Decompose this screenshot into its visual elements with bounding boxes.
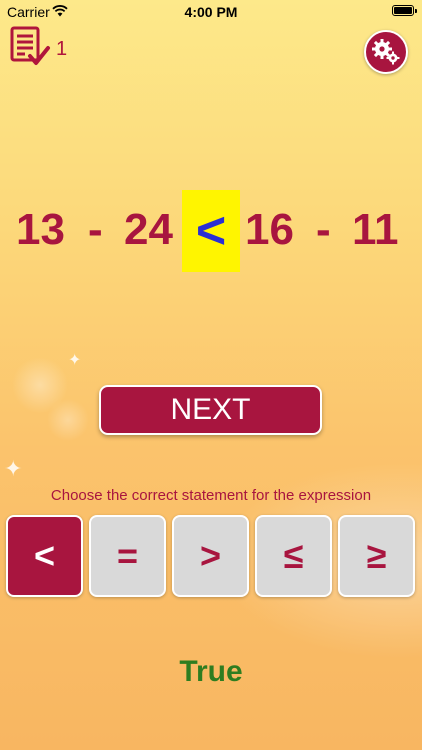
expression-left-b: 24	[124, 205, 173, 254]
choice-equal-button[interactable]: =	[89, 515, 166, 597]
instruction-text: Choose the correct statement for the exp…	[50, 487, 372, 504]
checklist-icon[interactable]	[10, 26, 52, 68]
expression-left-a: 13	[16, 205, 65, 254]
expression: 13 - 24 < 16 - 11	[0, 188, 422, 272]
sparkle-icon: ✦	[68, 352, 82, 369]
status-time: 4:00 PM	[184, 4, 238, 20]
sparkle-icon: ✦	[4, 456, 23, 481]
expression-right-b: 11	[352, 205, 399, 254]
battery-level	[394, 7, 412, 14]
expression-right-operator: -	[316, 205, 331, 254]
task-count: 1	[56, 38, 68, 60]
settings-button[interactable]	[364, 30, 408, 74]
choice-greater-or-equal-button[interactable]: ≥	[338, 515, 415, 597]
battery-icon	[392, 5, 417, 16]
choice-less-than-button[interactable]: <	[6, 515, 83, 597]
status-bar: Carrier 4:00 PM	[0, 0, 422, 22]
comparison-operator: <	[182, 190, 240, 272]
expression-right-a: 16	[245, 205, 294, 254]
gears-icon	[372, 39, 400, 65]
next-button[interactable]: NEXT	[99, 385, 322, 435]
choice-greater-than-button[interactable]: >	[172, 515, 249, 597]
choice-less-or-equal-button[interactable]: ≤	[255, 515, 332, 597]
expression-left-operator: -	[88, 205, 103, 254]
result-text: True	[179, 655, 243, 688]
